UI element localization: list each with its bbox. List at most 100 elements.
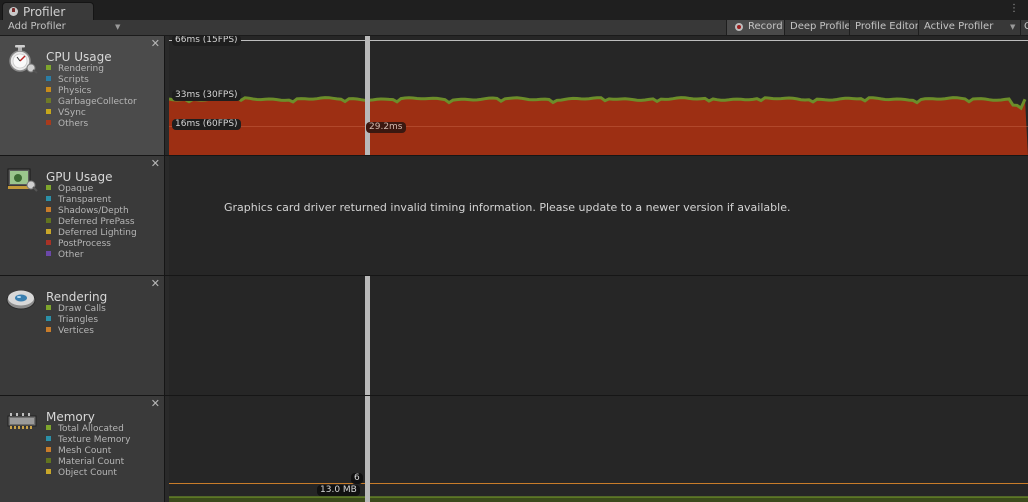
legend-item[interactable]: Total Allocated bbox=[46, 424, 130, 435]
legend-item[interactable]: Deferred Lighting bbox=[46, 228, 137, 239]
profile-editor-button[interactable]: Profile Editor bbox=[849, 20, 919, 35]
legend-item[interactable]: Shadows/Depth bbox=[46, 206, 137, 217]
deep-profile-button[interactable]: Deep Profile bbox=[784, 20, 851, 35]
rendering-title: Rendering bbox=[46, 290, 108, 304]
color-swatch bbox=[46, 447, 51, 452]
legend-item[interactable]: Object Count bbox=[46, 468, 130, 479]
chevron-down-icon: ▼ bbox=[1010, 23, 1016, 31]
profiler-icon bbox=[9, 7, 18, 16]
frame-cursor[interactable] bbox=[365, 276, 370, 395]
color-swatch bbox=[46, 76, 51, 81]
gpu-usage-graph[interactable]: Graphics card driver returned invalid ti… bbox=[169, 156, 1028, 275]
cursor-value: 29.2ms bbox=[366, 122, 406, 133]
legend-item[interactable]: PostProcess bbox=[46, 239, 137, 250]
legend-item[interactable]: Deferred PrePass bbox=[46, 217, 137, 228]
legend-item-label: Others bbox=[58, 119, 89, 129]
legend-item-label: Scripts bbox=[58, 75, 89, 85]
tab-profiler[interactable]: Profiler bbox=[2, 2, 94, 20]
memory-legend[interactable]: Memory Total Allocated Texture Memory Me… bbox=[0, 396, 165, 502]
legend-item[interactable]: Rendering bbox=[46, 64, 137, 75]
legend-item-label: Vertices bbox=[58, 326, 94, 336]
gpu-warning-message: Graphics card driver returned invalid ti… bbox=[224, 201, 791, 214]
memory-graph[interactable]: 6 13.0 MB bbox=[169, 396, 1028, 502]
color-swatch bbox=[46, 185, 51, 190]
legend-item[interactable]: Material Count bbox=[46, 457, 130, 468]
frame-cursor[interactable] bbox=[365, 396, 370, 502]
rendering-graph[interactable] bbox=[169, 276, 1028, 395]
gpu-usage-title: GPU Usage bbox=[46, 170, 113, 184]
close-icon[interactable]: ✕ bbox=[151, 277, 160, 290]
legend-item[interactable]: Texture Memory bbox=[46, 435, 130, 446]
legend-item-label: Object Count bbox=[58, 468, 117, 478]
tab-bar: Profiler ⋮ bbox=[0, 0, 1028, 20]
legend-item-label: Transparent bbox=[58, 195, 112, 205]
color-swatch bbox=[46, 469, 51, 474]
rendering-legend[interactable]: Rendering Draw Calls Triangles Vertices … bbox=[0, 276, 165, 395]
legend-item-label: Draw Calls bbox=[58, 304, 106, 314]
memory-legend-list: Total Allocated Texture Memory Mesh Coun… bbox=[46, 424, 130, 479]
memory-row: Memory Total Allocated Texture Memory Me… bbox=[0, 396, 1028, 502]
legend-item[interactable]: Others bbox=[46, 119, 137, 130]
close-icon[interactable]: ✕ bbox=[151, 397, 160, 410]
clear-label: C bbox=[1024, 21, 1028, 32]
legend-item[interactable]: Triangles bbox=[46, 315, 106, 326]
color-swatch bbox=[46, 109, 51, 114]
stopwatch-icon bbox=[9, 45, 38, 74]
legend-item[interactable]: Scripts bbox=[46, 75, 137, 86]
record-label: Record bbox=[748, 21, 783, 32]
color-swatch bbox=[46, 98, 51, 103]
gpu-usage-legend[interactable]: GPU Usage Opaque Transparent Shadows/Dep… bbox=[0, 156, 165, 275]
rendering-row: Rendering Draw Calls Triangles Vertices … bbox=[0, 276, 1028, 396]
color-swatch bbox=[46, 207, 51, 212]
cpu-usage-legend[interactable]: CPU Usage Rendering Scripts Physics Garb… bbox=[0, 36, 165, 155]
add-profiler-dropdown[interactable]: Add Profiler ▼ bbox=[0, 20, 125, 35]
close-icon[interactable]: ✕ bbox=[151, 157, 160, 170]
total-allocated-value: 13.0 MB bbox=[317, 485, 360, 496]
color-swatch bbox=[46, 229, 51, 234]
fps15-label: 66ms (15FPS) bbox=[172, 36, 241, 46]
legend-item-label: Rendering bbox=[58, 64, 104, 74]
tab-label: Profiler bbox=[23, 5, 66, 19]
color-swatch bbox=[46, 425, 51, 430]
legend-item-label: Shadows/Depth bbox=[58, 206, 129, 216]
fps30-label: 33ms (30FPS) bbox=[172, 90, 241, 101]
legend-item[interactable]: Opaque bbox=[46, 184, 137, 195]
total-allocated-area bbox=[169, 497, 1028, 502]
deep-profile-label: Deep Profile bbox=[790, 21, 851, 32]
chevron-down-icon: ▼ bbox=[115, 23, 121, 31]
memory-chip-icon bbox=[7, 413, 37, 429]
fps60-label: 16ms (60FPS) bbox=[172, 119, 241, 130]
frame-cursor[interactable] bbox=[365, 36, 370, 155]
color-swatch bbox=[46, 327, 51, 332]
legend-item[interactable]: Mesh Count bbox=[46, 446, 130, 457]
legend-item-label: Deferred Lighting bbox=[58, 228, 137, 238]
record-button[interactable]: Record bbox=[726, 20, 784, 35]
clear-button[interactable]: C bbox=[1020, 20, 1028, 35]
rendering-disc-icon bbox=[6, 290, 36, 310]
legend-item[interactable]: GarbageCollector bbox=[46, 97, 137, 108]
color-swatch bbox=[46, 87, 51, 92]
rendering-legend-list: Draw Calls Triangles Vertices bbox=[46, 304, 106, 337]
legend-item-label: PostProcess bbox=[58, 239, 111, 249]
legend-item[interactable]: VSync bbox=[46, 108, 137, 119]
close-icon[interactable]: ✕ bbox=[151, 37, 160, 50]
legend-item[interactable]: Draw Calls bbox=[46, 304, 106, 315]
legend-item-label: Opaque bbox=[58, 184, 94, 194]
cpu-usage-graph[interactable]: 66ms (15FPS) 33ms (30FPS) 16ms (60FPS) 2… bbox=[169, 36, 1028, 155]
graphics-card-icon bbox=[7, 168, 38, 192]
legend-item[interactable]: Other bbox=[46, 250, 137, 261]
legend-item[interactable]: Transparent bbox=[46, 195, 137, 206]
color-swatch bbox=[46, 251, 51, 256]
cpu-graph-canvas bbox=[169, 40, 1028, 155]
active-profiler-dropdown[interactable]: Active Profiler ▼ bbox=[918, 20, 1020, 35]
legend-item-label: VSync bbox=[58, 108, 86, 118]
legend-item-label: Mesh Count bbox=[58, 446, 112, 456]
legend-item-label: Other bbox=[58, 250, 84, 260]
add-profiler-label: Add Profiler bbox=[8, 21, 66, 32]
legend-item[interactable]: Vertices bbox=[46, 326, 106, 337]
window-menu-icon[interactable]: ⋮ bbox=[1009, 3, 1020, 14]
active-profiler-label: Active Profiler bbox=[924, 21, 994, 32]
color-swatch bbox=[46, 436, 51, 441]
legend-item[interactable]: Physics bbox=[46, 86, 137, 97]
memory-graph-canvas bbox=[169, 483, 1028, 502]
